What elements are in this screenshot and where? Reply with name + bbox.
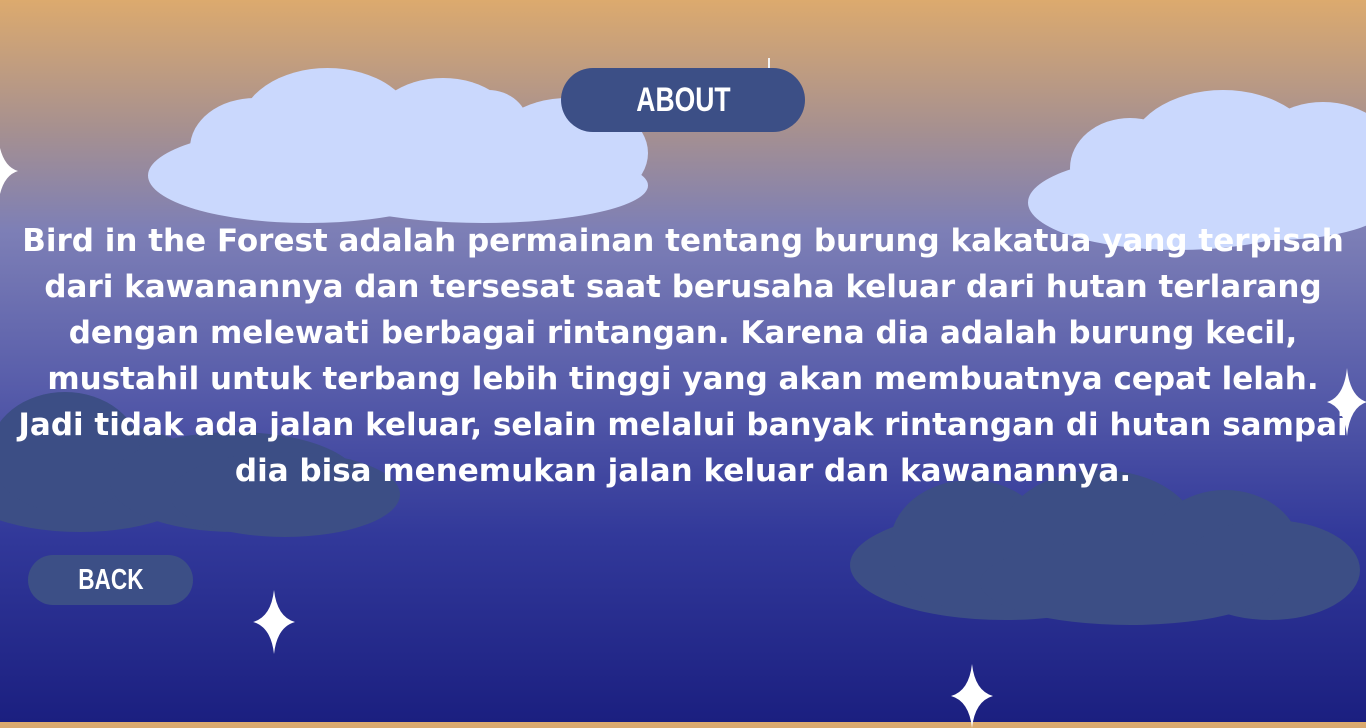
- sparkle-star-icon: [951, 664, 993, 728]
- about-description: Bird in the Forest adalah permainan tent…: [18, 223, 1348, 489]
- about-title-button: ABOUT: [561, 68, 805, 132]
- sparkle-star-icon: [0, 147, 18, 195]
- back-button[interactable]: BACK: [28, 555, 193, 605]
- back-button-label: BACK: [77, 563, 144, 596]
- sparkle-star-icon: [253, 590, 295, 654]
- about-title-label: ABOUT: [635, 80, 731, 119]
